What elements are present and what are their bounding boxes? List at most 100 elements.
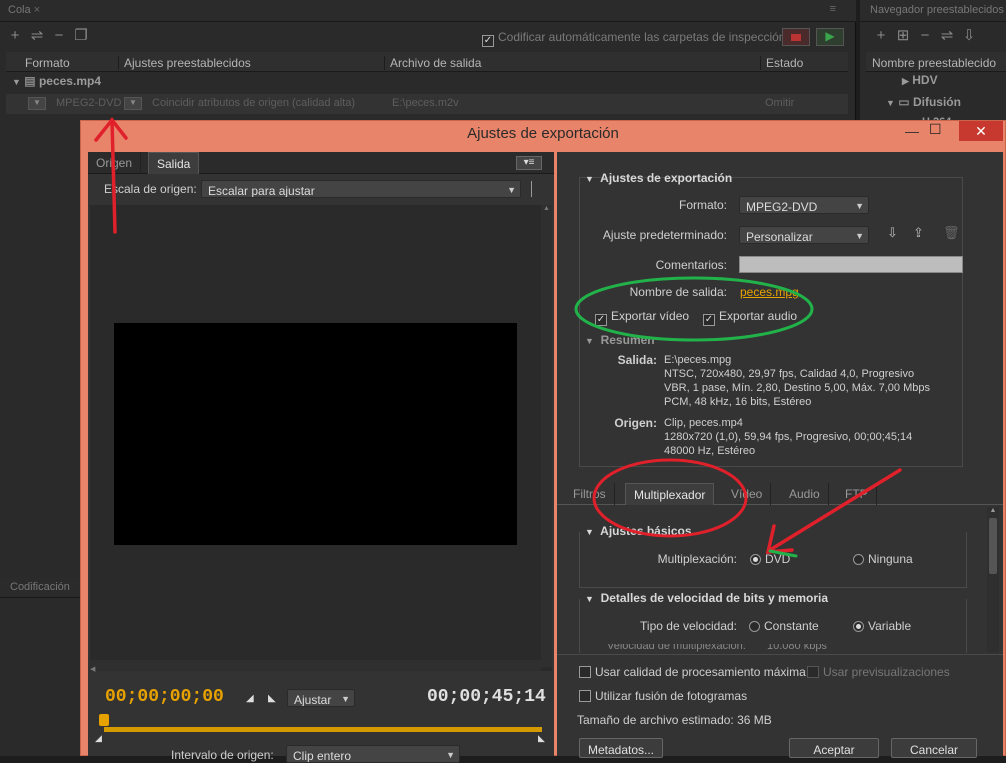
col-status[interactable]: Estado [760,56,803,70]
scale-label: Escala de origen: [104,182,197,196]
col-preset[interactable]: Ajustes preestablecidos [118,56,251,70]
panel-menu-icon[interactable]: ▾≡ [516,156,542,170]
scale-dropdown[interactable]: Escalar para ajustar ▼ [201,180,521,198]
panel-menu-icon[interactable]: ≡ [830,3,836,15]
tab-origen[interactable]: Origen [88,152,142,174]
autocode-option[interactable]: ✓ Codificar automáticamente las carpetas … [482,30,785,47]
use-previews-checkbox[interactable] [807,666,819,678]
col-output[interactable]: Archivo de salida [384,56,481,70]
settings-tabs: Filtros Multiplexador Vídeo Audio FTP [557,483,1003,505]
preset-column-header[interactable]: Nombre preestablecido [866,52,1006,72]
mux-rate-label: Velocidad de multiplexación: [607,644,746,652]
queue-source-name: peces.mp4 [38,74,101,88]
mux-dvd-option[interactable]: DVD [750,552,790,566]
dialog-title: Ajustes de exportación [467,125,619,142]
mux-none-radio[interactable] [853,554,864,565]
in-point-icon[interactable]: ◢ [95,733,102,744]
preset-toolbar: + ⊞ − ⇌ ⇩ [870,27,980,45]
stop-queue-button[interactable] [782,28,810,46]
set-in-icon[interactable]: ◢ [246,693,254,704]
comments-input[interactable] [739,256,963,273]
fit-dropdown[interactable]: Ajustar ▼ [287,689,355,707]
rate-variable-option[interactable]: Variable [853,619,911,633]
queue-tab[interactable]: Cola [8,4,31,16]
tab-salida[interactable]: Salida [148,152,200,174]
set-out-icon[interactable]: ◣ [268,693,276,704]
remove-preset-icon[interactable]: − [914,27,936,45]
vertical-scrollbar[interactable]: ▲ [541,205,552,667]
max-quality-option[interactable]: Usar calidad de procesamiento máxima [579,665,806,679]
frame-blend-checkbox[interactable] [579,690,591,702]
import-preset-icon[interactable]: ⇪ [913,225,924,241]
duplicate-icon[interactable]: ❐ [70,27,92,45]
format-dropdown[interactable]: MPEG2-DVD ▼ [739,196,869,214]
use-previews-option[interactable]: Usar previsualizaciones [807,665,950,679]
tab-filtros[interactable]: Filtros [565,483,615,505]
preset-dropdown[interactable]: Personalizar ▼ [739,226,869,244]
remove-icon[interactable]: − [48,27,70,45]
queue-item-row[interactable]: ▼ MPEG2-DVD ▼ Coincidir atributos de ori… [6,94,848,114]
settings-icon[interactable]: ⇌ [26,27,48,45]
playhead-icon[interactable] [99,714,109,726]
max-quality-checkbox[interactable] [579,666,591,678]
export-settings-dialog: Ajustes de exportación — ☐ ✕ Origen Sali… [80,120,1006,763]
queue-source-row[interactable]: ▼ ▤ peces.mp4 [6,74,848,92]
new-preset-icon[interactable]: + [870,27,892,45]
queue-toolbar: + ⇌ − ❐ [4,27,92,45]
queue-item-output[interactable]: E:\peces.m2v [392,97,459,109]
col-format[interactable]: Formato [20,56,70,70]
out-point-icon[interactable]: ◣ [538,733,545,744]
close-button[interactable]: ✕ [959,121,1003,141]
export-section-header[interactable]: ▼ Ajustes de exportación [585,171,732,185]
preset-browser-tab[interactable]: Navegador preestablecidos [860,0,1006,22]
delete-preset-icon[interactable]: 🗑 [943,225,960,241]
horizontal-scrollbar[interactable]: ◀ [90,660,541,673]
timecode-start[interactable]: 00;00;00;00 [105,687,224,707]
accept-button[interactable]: Aceptar [789,738,879,758]
rate-constant-option[interactable]: Constante [749,619,819,633]
preset-settings-icon[interactable]: ⇌ [936,27,958,45]
mux-rate-value: 10.080 kbps [767,644,827,652]
encoding-tab[interactable]: Codificación [0,578,80,598]
preset-item-difusion[interactable]: ▼ ▭ Difusión [886,95,961,109]
add-icon[interactable]: + [4,27,26,45]
export-video-option[interactable]: ✓ Exportar vídeo [595,309,689,326]
video-preview [114,323,517,545]
maximize-button[interactable]: ☐ [929,121,942,138]
queue-item-status: Omitir [765,97,795,109]
range-label: Intervalo de origen: [171,748,274,762]
autocode-checkbox[interactable]: ✓ [482,35,494,47]
tab-ftp[interactable]: FTP [837,483,877,505]
import-icon[interactable]: ⇩ [958,27,980,45]
preset-item-hdv[interactable]: ▶ HDV [902,73,938,87]
new-group-icon[interactable]: ⊞ [892,27,914,45]
mux-dvd-radio[interactable] [750,554,761,565]
tab-video[interactable]: Vídeo [723,483,772,505]
rate-constant-radio[interactable] [749,621,760,632]
mux-none-option[interactable]: Ninguna [853,552,913,566]
preset-dropdown-icon[interactable]: ▼ [124,97,142,110]
tab-multiplexador[interactable]: Multiplexador [625,483,715,505]
export-audio-checkbox[interactable]: ✓ [703,314,715,326]
rate-variable-radio[interactable] [853,621,864,632]
summary-section-header[interactable]: ▼ Resumen [585,333,655,347]
output-name-link[interactable]: peces.mpg [740,285,799,299]
save-preset-icon[interactable]: ⇩ [887,225,898,241]
start-queue-button[interactable]: ▶ [816,28,844,46]
left-tabs: Origen Salida ▾≡ [88,152,554,174]
minimize-button[interactable]: — [905,123,919,139]
tab-audio[interactable]: Audio [781,483,829,505]
metadata-button[interactable]: Metadatos... [579,738,663,758]
timeline-bar[interactable] [104,727,542,732]
frame-blend-option[interactable]: Utilizar fusión de fotogramas [579,689,747,703]
export-audio-option[interactable]: ✓ Exportar audio [703,309,797,326]
queue-item-format[interactable]: MPEG2-DVD [56,97,121,109]
autocode-label: Codificar automáticamente las carpetas d… [498,30,786,44]
range-dropdown[interactable]: Clip entero ▼ [286,745,460,763]
queue-item-preset[interactable]: Coincidir atributos de origen (calidad a… [152,97,355,109]
cancel-button[interactable]: Cancelar [891,738,977,758]
settings-scrollbar[interactable]: ▲ [987,507,999,653]
format-dropdown-icon[interactable]: ▼ [28,97,46,110]
mux-rate-row: Velocidad de multiplexación: 10.080 kbps [557,644,987,652]
export-video-checkbox[interactable]: ✓ [595,314,607,326]
